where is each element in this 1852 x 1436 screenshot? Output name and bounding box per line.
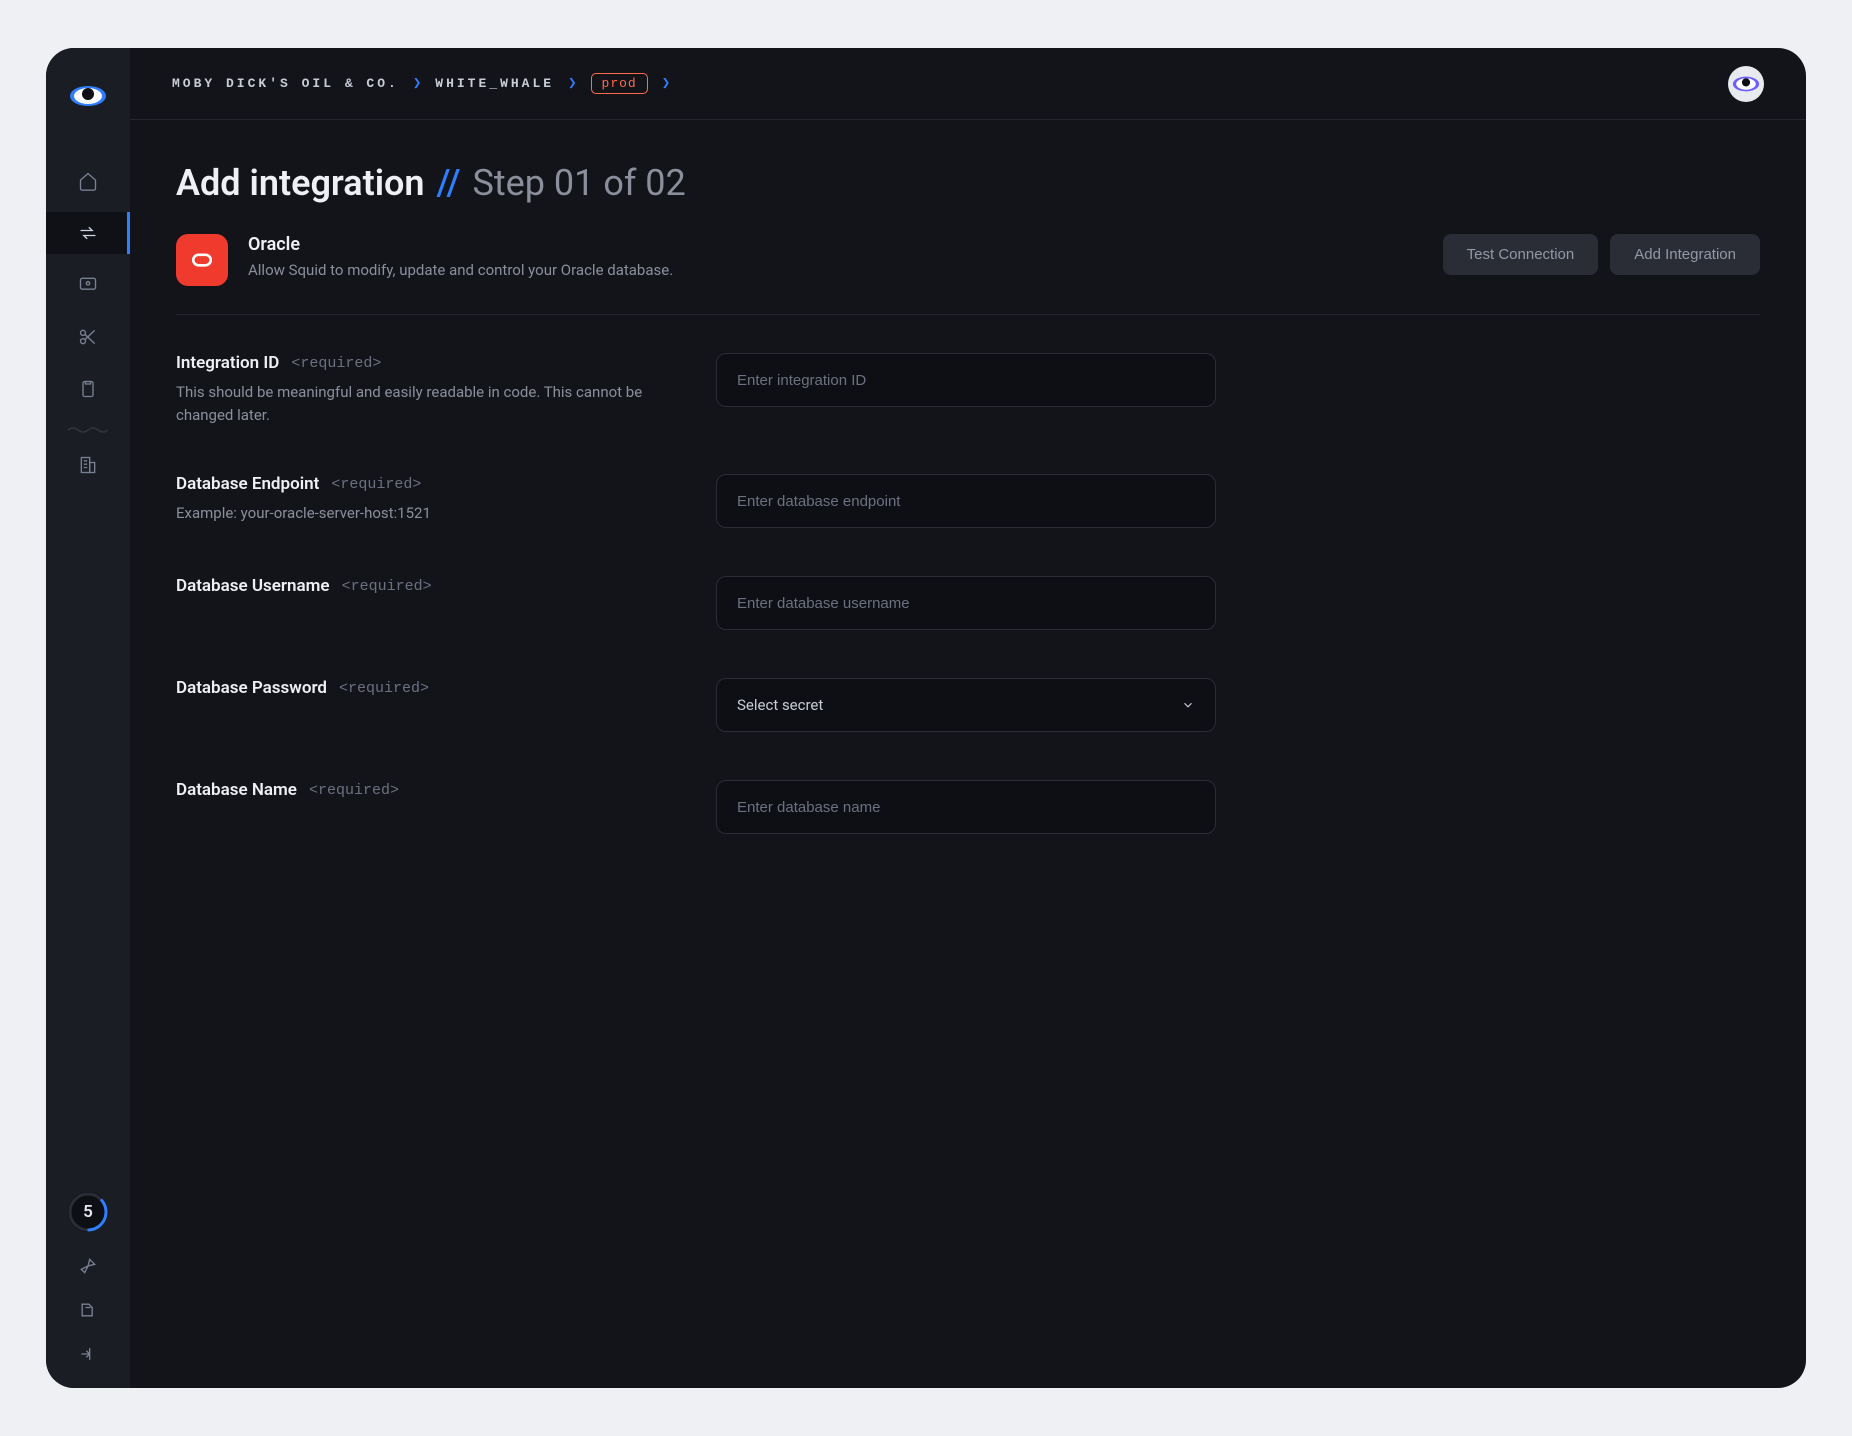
eye-avatar-icon bbox=[1731, 75, 1761, 93]
nav-building[interactable] bbox=[46, 444, 130, 486]
sidebar: 5 bbox=[46, 48, 130, 1388]
integration-description: Allow Squid to modify, update and contro… bbox=[248, 261, 1423, 279]
integration-id-input[interactable] bbox=[716, 353, 1216, 407]
integration-info: Oracle Allow Squid to modify, update and… bbox=[248, 234, 1423, 279]
app-window: 5 MOBY DICK'S OIL & CO. ❯ WHITE_WHALE ❯ … bbox=[46, 48, 1806, 1388]
home-icon bbox=[78, 171, 98, 191]
form-row-integration-id: Integration ID <required> This should be… bbox=[176, 353, 1760, 426]
title-separator: // bbox=[437, 162, 461, 204]
add-integration-button[interactable]: Add Integration bbox=[1610, 234, 1760, 275]
required-tag: <required> bbox=[331, 476, 421, 493]
username-label: Database Username bbox=[176, 576, 330, 596]
eye-logo-icon bbox=[68, 84, 108, 108]
nav-home[interactable] bbox=[46, 160, 130, 202]
endpoint-label: Database Endpoint bbox=[176, 474, 319, 494]
broom-icon bbox=[78, 1256, 98, 1276]
nav-settings[interactable] bbox=[78, 1300, 98, 1324]
form-row-endpoint: Database Endpoint <required> Example: yo… bbox=[176, 474, 1760, 528]
chevron-right-icon: ❯ bbox=[662, 75, 670, 92]
form-row-dbname: Database Name <required> bbox=[176, 780, 1760, 834]
password-select-label: Select secret bbox=[737, 696, 823, 714]
integration-id-hint: This should be meaningful and easily rea… bbox=[176, 381, 676, 426]
password-label: Database Password bbox=[176, 678, 327, 698]
required-tag: <required> bbox=[339, 680, 429, 697]
page-title-text: Add integration bbox=[176, 162, 425, 204]
endpoint-input[interactable] bbox=[716, 474, 1216, 528]
clipboard-icon bbox=[78, 379, 98, 399]
breadcrumb-org[interactable]: MOBY DICK'S OIL & CO. bbox=[172, 76, 399, 91]
topbar: MOBY DICK'S OIL & CO. ❯ WHITE_WHALE ❯ pr… bbox=[130, 48, 1806, 120]
nav-clipboard[interactable] bbox=[46, 368, 130, 410]
logout-icon bbox=[78, 1344, 98, 1364]
nav-scissors[interactable] bbox=[46, 316, 130, 358]
wavy-divider-icon bbox=[68, 424, 108, 436]
dbname-input[interactable] bbox=[716, 780, 1216, 834]
chevron-right-icon: ❯ bbox=[568, 75, 576, 92]
oracle-icon bbox=[176, 234, 228, 286]
form-row-username: Database Username <required> bbox=[176, 576, 1760, 630]
form-row-password: Database Password <required> Select secr… bbox=[176, 678, 1760, 732]
integration-id-label: Integration ID bbox=[176, 353, 279, 373]
nav-logout[interactable] bbox=[78, 1344, 98, 1368]
nav-monitor[interactable] bbox=[46, 264, 130, 306]
scissors-icon bbox=[78, 327, 98, 347]
counter-value: 5 bbox=[83, 1202, 93, 1222]
counter-badge[interactable]: 5 bbox=[68, 1192, 108, 1232]
breadcrumb-env[interactable]: prod bbox=[591, 73, 648, 94]
endpoint-hint: Example: your-oracle-server-host:1521 bbox=[176, 502, 676, 525]
oracle-logo-icon bbox=[188, 246, 216, 274]
nav-integrations[interactable] bbox=[46, 212, 130, 254]
chevron-right-icon: ❯ bbox=[413, 75, 421, 92]
monitor-icon bbox=[78, 275, 98, 295]
dbname-label: Database Name bbox=[176, 780, 297, 800]
logo bbox=[68, 76, 108, 116]
header-actions: Test Connection Add Integration bbox=[1443, 234, 1760, 275]
username-input[interactable] bbox=[716, 576, 1216, 630]
required-tag: <required> bbox=[291, 355, 381, 372]
content: Add integration // Step 01 of 02 Oracle … bbox=[130, 120, 1806, 924]
avatar[interactable] bbox=[1728, 66, 1764, 102]
page-step: Step 01 of 02 bbox=[473, 162, 686, 204]
main: MOBY DICK'S OIL & CO. ❯ WHITE_WHALE ❯ pr… bbox=[130, 48, 1806, 1388]
arrows-swap-icon bbox=[78, 223, 98, 243]
nav-broom[interactable] bbox=[78, 1256, 98, 1280]
password-select[interactable]: Select secret bbox=[716, 678, 1216, 732]
integration-header: Oracle Allow Squid to modify, update and… bbox=[176, 234, 1760, 315]
bottom-icons bbox=[78, 1256, 98, 1368]
nav-items-secondary bbox=[46, 444, 130, 486]
required-tag: <required> bbox=[309, 782, 399, 799]
integration-name: Oracle bbox=[248, 234, 1423, 255]
breadcrumb-project[interactable]: WHITE_WHALE bbox=[435, 76, 554, 91]
building-icon bbox=[78, 455, 98, 475]
test-connection-button[interactable]: Test Connection bbox=[1443, 234, 1599, 275]
chevron-down-icon bbox=[1181, 698, 1195, 712]
breadcrumbs: MOBY DICK'S OIL & CO. ❯ WHITE_WHALE ❯ pr… bbox=[172, 73, 670, 94]
tool-icon bbox=[78, 1300, 98, 1320]
nav-items bbox=[46, 160, 130, 410]
required-tag: <required> bbox=[342, 578, 432, 595]
page-title: Add integration // Step 01 of 02 bbox=[176, 162, 1760, 204]
